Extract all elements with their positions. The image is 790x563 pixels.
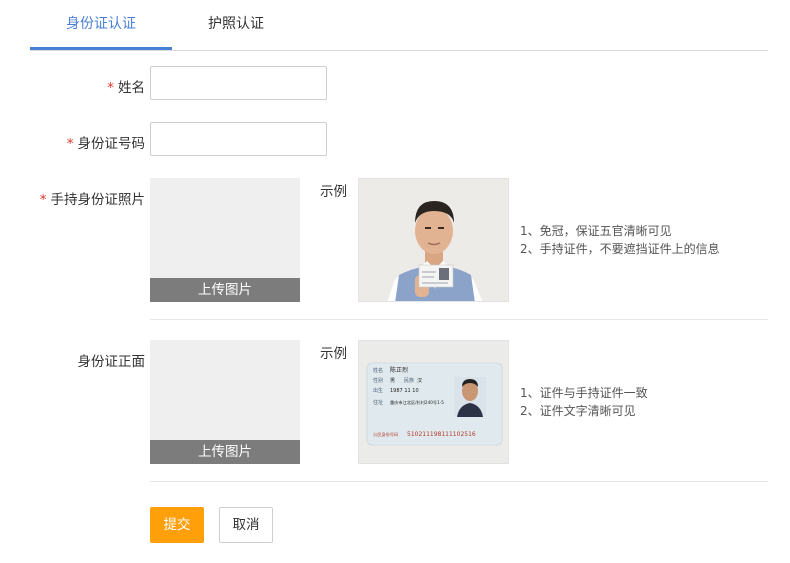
tab-id-card[interactable]: 身份证认证 — [30, 0, 172, 50]
id-number-input[interactable] — [150, 122, 327, 156]
handheld-tips: 1、免冠，保证五官清晰可见 2、手持证件，不要遮挡证件上的信息 — [520, 222, 720, 258]
id-card-name-value: 陈正烈 — [390, 366, 408, 374]
required-mark: * — [107, 80, 114, 96]
id-card-number-field: 公民身份号码 — [373, 431, 398, 438]
id-card-ethnicity-field: 民族 — [404, 377, 414, 384]
tab-bar: 身份证认证 护照认证 — [30, 0, 768, 51]
id-number-label: * 身份证号码 — [66, 136, 145, 152]
handheld-photo-label: * 手持身份证照片 — [39, 192, 145, 208]
tab-passport[interactable]: 护照认证 — [172, 0, 300, 49]
id-card-name-field: 姓名 — [373, 367, 383, 374]
front-example-image: 姓名 陈正烈 性别 男 民族 汉 出生 1987 11 10 住址 重庆市江北区… — [358, 340, 509, 464]
required-mark: * — [39, 192, 47, 208]
handheld-tip-1: 1、免冠，保证五官清晰可见 — [520, 224, 672, 238]
id-card-birth-value: 1987 11 10 — [390, 388, 419, 394]
front-tip-2: 2、证件文字清晰可见 — [520, 404, 636, 418]
front-tips: 1、证件与手持证件一致 2、证件文字清晰可见 — [520, 384, 648, 420]
front-example-label: 示例 — [320, 346, 347, 362]
handheld-example-label: 示例 — [320, 184, 347, 200]
name-input[interactable] — [150, 66, 327, 100]
id-card-gender-value: 男 — [390, 378, 395, 384]
divider — [150, 319, 768, 320]
front-tip-1: 1、证件与手持证件一致 — [520, 386, 648, 400]
submit-button[interactable]: 提交 — [150, 507, 204, 543]
handheld-tip-2: 2、手持证件，不要遮挡证件上的信息 — [520, 242, 720, 256]
id-card-birth-field: 出生 — [373, 387, 383, 394]
front-upload-button[interactable]: 上传图片 — [150, 440, 300, 464]
id-card-address-field: 住址 — [373, 399, 383, 406]
cancel-button[interactable]: 取消 — [219, 507, 273, 543]
front-upload-area[interactable]: 上传图片 — [150, 340, 300, 464]
handheld-upload-area[interactable]: 上传图片 — [150, 178, 300, 302]
name-label: * 姓名 — [107, 80, 145, 96]
id-front-label: 身份证正面 — [77, 354, 146, 370]
handheld-example-image — [358, 178, 509, 302]
id-card-address-value: 重庆市江北区/杉村240号1-5 — [390, 399, 444, 406]
required-mark: * — [66, 136, 74, 152]
id-card-ethnicity-value: 汉 — [417, 377, 422, 384]
divider — [150, 481, 768, 482]
id-card-gender-field: 性别 — [373, 377, 383, 384]
handheld-upload-button[interactable]: 上传图片 — [150, 278, 300, 302]
id-card-number-value: 510211198111102516 — [407, 431, 476, 438]
